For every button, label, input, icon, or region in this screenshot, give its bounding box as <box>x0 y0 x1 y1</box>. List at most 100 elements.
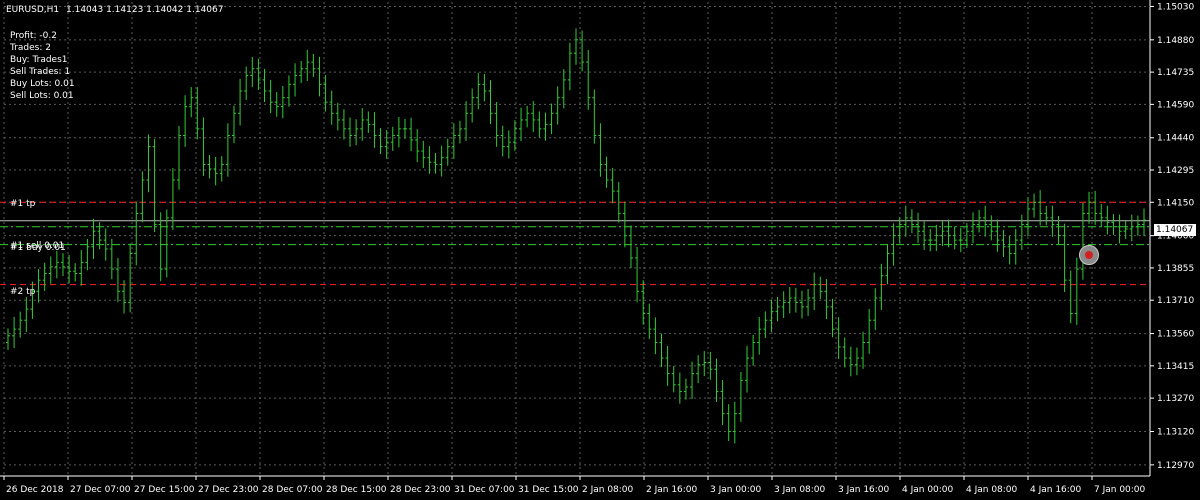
ohlc-bar <box>244 66 249 100</box>
ohlc-bar <box>745 345 750 393</box>
ohlc-bar <box>525 105 530 128</box>
ohlc-bar <box>628 225 633 269</box>
ohlc-bar <box>1142 208 1146 237</box>
ohlc-bar <box>372 112 377 148</box>
stat-buy-trades: Buy: Trades1 <box>10 55 68 65</box>
ohlc-bar <box>763 311 768 338</box>
current-price-tag: 1.14067 <box>1154 224 1196 236</box>
ea-stats-panel: Profit: -0.2 Trades: 2 Buy: Trades1 Sell… <box>10 30 75 102</box>
price-tick-label: 1.12970 <box>1157 461 1194 471</box>
ohlc-bar <box>641 280 646 325</box>
ohlc-bar <box>1068 270 1073 324</box>
ohlc-bar <box>189 87 194 118</box>
ohlc-bar <box>519 107 524 142</box>
ohlc-bar <box>928 228 933 252</box>
price-tick-label: 1.13120 <box>1157 427 1194 437</box>
ohlc-bar <box>653 317 658 355</box>
ohlc-bar <box>696 355 701 384</box>
ohlc-bar <box>152 139 157 233</box>
order-line-label-2-tp[interactable]: #2 tp <box>10 287 35 297</box>
ohlc-bar <box>751 334 756 366</box>
order-line-label-1-tp[interactable]: #1 tp <box>10 199 35 209</box>
ohlc-bar <box>341 109 346 140</box>
ohlc-bar <box>60 253 65 277</box>
ohlc-bar <box>390 126 395 151</box>
ohlc-bar <box>439 145 444 177</box>
price-tick-label: 1.14295 <box>1157 166 1194 176</box>
ohlc-bar <box>622 201 627 248</box>
ohlc-bar <box>329 90 334 125</box>
ohlc-bar <box>366 111 371 133</box>
price-tick-label: 1.13710 <box>1157 296 1194 306</box>
ohlc-bar <box>415 129 420 162</box>
price-tick-label: 1.13415 <box>1157 362 1194 372</box>
ohlc-bar <box>305 49 310 81</box>
ohlc-bar <box>732 401 737 444</box>
ohlc-bar <box>488 80 493 125</box>
ohlc-bar <box>500 125 505 157</box>
ohlc-bar <box>311 53 316 77</box>
ohlc-bar <box>561 69 566 109</box>
ohlc-bar <box>280 85 285 119</box>
time-tick-label: 28 Dec 23:00 <box>390 485 451 495</box>
ohlc-bar <box>122 280 127 314</box>
ohlc-bar <box>476 72 481 110</box>
stat-sell-trades: Sell Trades: 1 <box>10 67 71 77</box>
ohlc-bar <box>690 361 695 399</box>
ohlc-bar <box>85 238 90 271</box>
ohlc-bar <box>470 88 475 123</box>
ohlc-bar <box>293 63 298 97</box>
ohlc-bar <box>409 117 414 152</box>
time-tick-label: 3 Jan 00:00 <box>710 485 762 495</box>
ohlc-bar <box>512 120 517 151</box>
price-tick-label: 1.14590 <box>1157 100 1194 110</box>
ohlc-bar <box>158 212 163 282</box>
ohlc-bar <box>1111 214 1116 235</box>
ohlc-bar <box>445 138 450 166</box>
ohlc-bar <box>549 103 554 135</box>
chart-grid <box>0 0 1151 477</box>
ohlc-bar <box>1135 215 1140 236</box>
ohlc-bar <box>384 130 389 159</box>
ohlc-bar <box>787 287 792 314</box>
ohlc-bar <box>1129 214 1134 242</box>
price-tick-label: 1.15030 <box>1157 2 1194 12</box>
order-line-label-1-buy[interactable]: #1 buy 0.01 <box>10 243 66 253</box>
ohlc-bar <box>140 171 145 223</box>
price-tick-label: 1.14150 <box>1157 198 1194 208</box>
stat-buy-lots: Buy Lots: 0.01 <box>10 79 75 89</box>
ohlc-values: 1.14043 1.14123 1.14042 1.14067 <box>66 5 224 15</box>
ohlc-bar <box>433 153 438 174</box>
ohlc-bar <box>586 50 591 110</box>
time-tick-label: 26 Dec 2018 <box>6 485 64 495</box>
ohlc-bar <box>958 228 963 253</box>
ohlc-bar <box>861 331 866 369</box>
price-axis: 1.15030 1.14880 1.14735 1.14590 1.14440 1.142… <box>1150 2 1194 471</box>
ohlc-bar <box>781 291 786 318</box>
ohlc-bar <box>1032 193 1037 218</box>
ohlc-bar <box>6 328 10 350</box>
ohlc-bar <box>702 351 707 377</box>
price-tick-label: 1.14440 <box>1157 134 1194 144</box>
price-tick-label: 1.13270 <box>1157 394 1194 404</box>
ohlc-bar <box>537 111 542 138</box>
ohlc-bar <box>610 167 615 204</box>
ohlc-bar <box>916 212 921 244</box>
ohlc-bar <box>457 120 462 144</box>
ohlc-bar <box>1093 190 1098 225</box>
time-tick-label: 2 Jan 16:00 <box>646 485 698 495</box>
ohlc-bar <box>757 316 762 355</box>
ohlc-bar <box>592 89 597 144</box>
ohlc-bar <box>506 130 511 159</box>
ohlc-bar <box>708 351 713 380</box>
ohlc-bar <box>854 347 859 376</box>
price-chart[interactable]: 1.15030 1.14880 1.14735 1.14590 1.14440 1.142… <box>0 0 1200 500</box>
price-tick-label: 1.14880 <box>1157 36 1194 46</box>
time-tick-label: 4 Jan 16:00 <box>1030 485 1082 495</box>
ohlc-bar <box>635 246 640 303</box>
ohlc-bar <box>1099 204 1104 228</box>
trade-arrow-icon[interactable] <box>1079 245 1099 265</box>
ohlc-bar <box>42 262 47 291</box>
ohlc-bar <box>604 156 609 188</box>
ohlc-bar <box>268 80 273 114</box>
